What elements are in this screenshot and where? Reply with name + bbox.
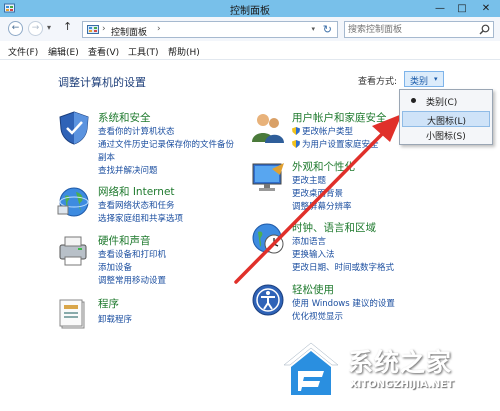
menu-file[interactable]: 文件(F) [8,45,38,58]
clock-icon [252,223,284,254]
search-box[interactable] [344,21,494,38]
link-troubleshoot[interactable]: 查找并解决问题 [98,164,158,176]
menu-view[interactable]: 查看(V) [88,45,119,58]
up-icon[interactable]: ↑ [63,20,72,33]
breadcrumb-control-panel[interactable]: 控制面板 [111,25,147,38]
network-icon [57,187,89,217]
ease-of-access-icon [252,284,284,316]
breadcrumb-separator[interactable]: › [157,24,161,34]
category-title[interactable]: 网络和 Internet [98,184,175,199]
link-windows-recommended-settings[interactable]: 使用 Windows 建议的设置 [292,297,395,309]
menu-tools[interactable]: 工具(T) [128,45,159,58]
programs-icon [59,299,85,329]
category-title[interactable]: 程序 [98,296,119,311]
link-homegroup-sharing[interactable]: 选择家庭组和共享选项 [98,212,183,224]
shield-icon [292,140,300,148]
control-panel-icon [87,25,99,34]
breadcrumb-separator: › [102,24,106,34]
link-file-history-backup[interactable]: 通过文件历史记录保存你的文件备份 [98,138,234,150]
menu-edit[interactable]: 编辑(E) [48,45,79,58]
link-network-status[interactable]: 查看网络状态和任务 [98,199,175,211]
watermark-logo: 系统之家 XITONGZHIJIA.NET [276,333,496,407]
link-screen-resolution[interactable]: 调整屏幕分辨率 [292,200,352,212]
menu-bar: 文件(F) 编辑(E) 查看(V) 工具(T) 帮助(H) [0,41,500,60]
selected-dot-icon [411,98,416,103]
shield-icon [292,127,300,135]
category-system-security: 系统和安全 查看你的计算机状态 通过文件历史记录保存你的文件备份 副本 查找并解… [56,110,256,176]
window-title: 控制面板 [230,6,270,17]
category-hardware-sound: 硬件和声音 查看设备和打印机 添加设备 调整常用移动设置 [56,233,256,287]
link-change-account-type[interactable]: 更改帐户类型 [302,125,353,137]
page-title: 调整计算机的设置 [58,76,146,89]
category-title[interactable]: 系统和安全 [98,110,151,125]
link-backup-copy[interactable]: 副本 [98,151,115,163]
category-programs: 程序 卸载程序 [56,296,256,336]
category-title[interactable]: 轻松使用 [292,282,334,297]
menu-item-large-icons[interactable]: 大图标(L) [402,111,490,127]
category-title[interactable]: 硬件和声音 [98,233,151,248]
link-devices-printers[interactable]: 查看设备和打印机 [98,248,166,260]
category-title[interactable]: 时钟、语言和区域 [292,220,376,235]
minimize-button[interactable]: — [430,0,450,17]
chevron-down-icon: ▾ [434,75,438,83]
link-view-computer-status[interactable]: 查看你的计算机状态 [98,125,175,137]
menu-item-small-icons[interactable]: 小图标(S) [402,127,490,143]
link-change-theme[interactable]: 更改主题 [292,174,326,186]
view-by-menu: 类别(C) 大图标(L) 小图标(S) [399,89,493,145]
refresh-icon[interactable]: ↻ [323,23,332,36]
search-icon[interactable] [479,24,490,35]
navigation-bar: ← → ▾ ↑ › 控制面板 › ▾ ↻ [0,17,500,41]
appearance-icon [252,163,284,191]
link-date-time-format[interactable]: 更改日期、时间或数字格式 [292,261,394,273]
forward-icon[interactable]: → [28,21,43,36]
users-icon [252,114,284,143]
link-add-device[interactable]: 添加设备 [98,261,132,273]
recent-pages-dropdown[interactable]: ▾ [47,23,51,32]
link-uninstall-program[interactable]: 卸载程序 [98,313,132,325]
hardware-icon [59,236,87,266]
link-change-desktop-background[interactable]: 更改桌面背景 [292,187,343,199]
watermark-domain: XITONGZHIJIA.NET [350,379,454,390]
link-add-language[interactable]: 添加语言 [292,235,326,247]
menu-help[interactable]: 帮助(H) [168,45,200,58]
shield-icon [59,111,89,145]
search-input[interactable] [348,23,476,36]
menu-item-category[interactable]: 类别(C) [402,93,490,109]
category-network-internet: 网络和 Internet 查看网络状态和任务 选择家庭组和共享选项 [56,184,256,226]
address-bar[interactable]: › 控制面板 › ▾ ↻ [82,21,338,38]
view-by-dropdown[interactable]: 类别 ▾ [404,71,444,87]
category-clock-language-region: 时钟、语言和区域 添加语言 更换输入法 更改日期、时间或数字格式 [250,220,450,274]
link-optimize-visual-display[interactable]: 优化视觉显示 [292,310,343,322]
logo-icon [283,342,339,395]
category-title[interactable]: 外观和个性化 [292,159,355,174]
link-family-safety[interactable]: 为用户设置家庭安全 [302,138,379,150]
category-title[interactable]: 用户帐户和家庭安全 [292,110,387,125]
link-change-input-method[interactable]: 更换输入法 [292,248,335,260]
back-icon[interactable]: ← [8,21,23,36]
category-ease-of-access: 轻松使用 使用 Windows 建议的设置 优化视觉显示 [250,282,450,326]
watermark-brand: 系统之家 [348,348,453,377]
close-button[interactable]: ✕ [476,0,496,17]
title-bar: 控制面板 — □ ✕ [0,0,500,17]
maximize-button[interactable]: □ [452,0,472,17]
category-appearance: 外观和个性化 更改主题 更改桌面背景 调整屏幕分辨率 [250,159,450,213]
link-mobility-settings[interactable]: 调整常用移动设置 [98,274,166,286]
address-dropdown-icon[interactable]: ▾ [311,25,315,33]
view-by-label: 查看方式: [358,77,398,87]
view-by-value: 类别 [410,77,429,87]
